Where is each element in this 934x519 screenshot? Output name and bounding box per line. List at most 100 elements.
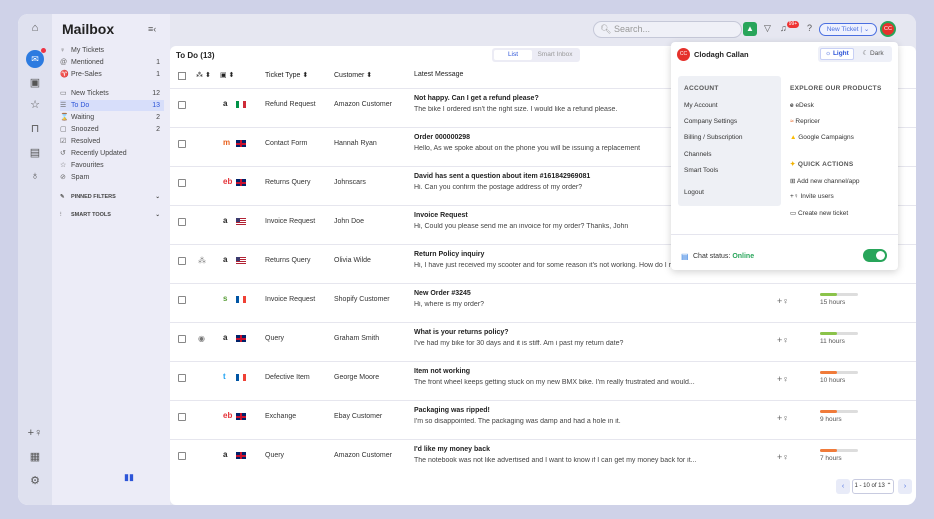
users-icon[interactable]: ♁ [18, 170, 52, 182]
sidebar-item-spam[interactable]: ⊘ Spam [60, 172, 164, 183]
chat-status-toggle[interactable] [863, 249, 887, 262]
sidebar-item-my-tickets[interactable]: ♀ My Tickets [60, 45, 164, 56]
menu-channels[interactable]: Channels [684, 151, 711, 158]
search-placeholder: Search... [613, 24, 650, 34]
assign-user-icon[interactable]: +♀ [777, 413, 789, 423]
product-edesk[interactable]: e eDesk [790, 102, 814, 109]
sort-icon[interactable]: ⁂ ⬍ [196, 71, 211, 79]
sidebar-item-label: Waiting [71, 114, 95, 121]
logout-button[interactable]: Logout [684, 189, 704, 196]
ticket-type: Returns Query [265, 179, 311, 186]
row-checkbox[interactable] [178, 413, 186, 421]
row-checkbox[interactable] [178, 101, 186, 109]
sidebar-item-snoozed[interactable]: ▢ Snoozed 2 [60, 124, 164, 135]
light-theme-button[interactable]: ☼ Light [820, 48, 854, 60]
sidebar-item-waiting[interactable]: ⌛ Waiting 2 [60, 112, 164, 123]
calendar-sort-icon[interactable]: ▣ ⬍ [220, 71, 234, 79]
status-icon[interactable]: ▲ [743, 22, 757, 36]
tab-list[interactable]: List [494, 50, 532, 60]
table-row[interactable]: t Defective Item George Moore Item not work… [170, 361, 916, 400]
chat-status-value: Online [732, 253, 755, 260]
assign-user-icon[interactable]: +♀ [777, 335, 789, 345]
assign-user-icon[interactable]: +♀ [777, 374, 789, 384]
assign-user-icon[interactable]: +♀ [777, 296, 789, 306]
product-google-campaigns[interactable]: ▲ Google Campaigns [790, 134, 854, 141]
tab-smart-inbox[interactable]: Smart Inbox [534, 50, 576, 60]
sidebar-item-mentioned[interactable]: @ Mentioned 1 [60, 57, 164, 68]
assign-user-icon[interactable]: +♀ [777, 452, 789, 462]
table-row[interactable]: ◉ a Query Graham Smith What is your returns … [170, 322, 916, 361]
dark-theme-button[interactable]: ☾ Dark [856, 48, 890, 60]
menu-smart-tools[interactable]: Smart Tools [684, 167, 718, 174]
column-ticket-type[interactable]: Ticket Type ⬍ [265, 71, 308, 79]
sidebar-section-smart-tools[interactable]: ⫶ SMART TOOLS ⌄ [60, 210, 164, 221]
flag-icon [236, 296, 246, 303]
ticket-type: Exchange [265, 413, 297, 420]
star-icon: ☆ [60, 162, 67, 169]
calendar-icon[interactable]: ▣ [18, 76, 52, 89]
collapse-sidebar-icon[interactable]: ≡‹ [148, 24, 156, 34]
column-customer[interactable]: Customer ⬍ [334, 71, 372, 79]
action-add-channel[interactable]: ⊞ Add new channel/app [790, 177, 859, 185]
menu-my-account[interactable]: My Account [684, 102, 718, 109]
sidebar-item-recently-updated[interactable]: ↺ Recently Updated [60, 148, 164, 159]
user-name: Clodagh Callan [694, 50, 749, 59]
sidebar-item-label: SMART TOOLS [71, 212, 111, 218]
star-icon[interactable]: ☆ [18, 98, 52, 111]
sidebar-toggle-icon[interactable]: ▮▮ [124, 472, 134, 483]
search-input[interactable]: 🔍︎ Search... [593, 21, 742, 38]
filter-icon[interactable]: ▽ [764, 23, 771, 34]
add-user-icon[interactable]: +♀ [18, 427, 52, 439]
row-checkbox[interactable] [178, 257, 186, 265]
menu-billing[interactable]: Billing / Subscription [684, 134, 743, 141]
table-row[interactable]: a Query Amazon Customer I'd like my money b… [170, 439, 916, 478]
sidebar-item-new-tickets[interactable]: ▭ New Tickets 12 [60, 88, 164, 99]
home-icon[interactable]: ⌂ [18, 22, 52, 34]
message-icon[interactable]: ▤ [18, 146, 52, 159]
select-all-checkbox[interactable] [178, 72, 186, 80]
sidebar-item-to-do[interactable]: ☰ To Do 13 [60, 100, 164, 111]
action-create-ticket[interactable]: ▭ Create new ticket [790, 209, 848, 217]
product-repricer[interactable]: ≈ Repricer [790, 118, 820, 125]
row-checkbox[interactable] [178, 452, 186, 460]
sparkle-icon: ✦ [790, 161, 796, 168]
sidebar-item-resolved[interactable]: ☑ Resolved [60, 136, 164, 147]
pagination: ‹ 1 - 10 of 13 ⌃ › [766, 479, 916, 497]
grid-icon[interactable]: ▦ [18, 450, 52, 463]
sidebar-item-pre-sales[interactable]: ♈ Pre-Sales 1 [60, 69, 164, 80]
row-checkbox[interactable] [178, 140, 186, 148]
sidebar-item-label: Recently Updated [71, 150, 127, 157]
bell-icon[interactable]: ♫ [780, 23, 787, 33]
tools-icon: ⫶ [60, 212, 62, 218]
avatar: CC [677, 48, 690, 61]
google-ads-icon: ▲ [790, 134, 797, 141]
edesk-icon: e [790, 102, 794, 109]
sidebar-section-pinned-filters[interactable]: ✎ PINNED FILTERS ⌄ [60, 192, 164, 203]
cart-icon[interactable]: ⊓ [18, 122, 52, 135]
customer-name: Hannah Ryan [334, 140, 377, 147]
column-label: Customer [334, 72, 365, 79]
dark-label: Dark [869, 50, 884, 57]
table-row[interactable]: eb Exchange Ebay Customer Packaging was rip… [170, 400, 916, 439]
row-checkbox[interactable] [178, 218, 186, 226]
settings-icon[interactable]: ⚙ [18, 474, 52, 487]
row-checkbox[interactable] [178, 335, 186, 343]
menu-company-settings[interactable]: Company Settings [684, 118, 737, 125]
action-invite-users[interactable]: +♀ Invite users [790, 193, 834, 200]
new-ticket-button[interactable]: New Ticket | ⌄ [819, 23, 877, 36]
table-row[interactable]: s Invoice Request Shopify Customer New Orde… [170, 283, 916, 322]
sla-bar [820, 332, 858, 335]
row-checkbox[interactable] [178, 296, 186, 304]
next-page-button[interactable]: › [898, 479, 912, 494]
prev-page-button[interactable]: ‹ [836, 479, 850, 494]
help-icon[interactable]: ? [807, 23, 812, 33]
avatar[interactable]: CC [880, 21, 896, 37]
row-checkbox[interactable] [178, 179, 186, 187]
sidebar-item-favourites[interactable]: ☆ Favourites [60, 160, 164, 171]
sidebar-item-count: 2 [156, 114, 160, 121]
page-select[interactable]: 1 - 10 of 13 ⌃ [852, 479, 894, 494]
profile-menu: CC Clodagh Callan ☼ Light ☾ Dark ACCOUNT… [671, 42, 898, 270]
customer-name: Graham Smith [334, 335, 380, 342]
row-checkbox[interactable] [178, 374, 186, 382]
customer-name: Amazon Customer [334, 101, 392, 108]
